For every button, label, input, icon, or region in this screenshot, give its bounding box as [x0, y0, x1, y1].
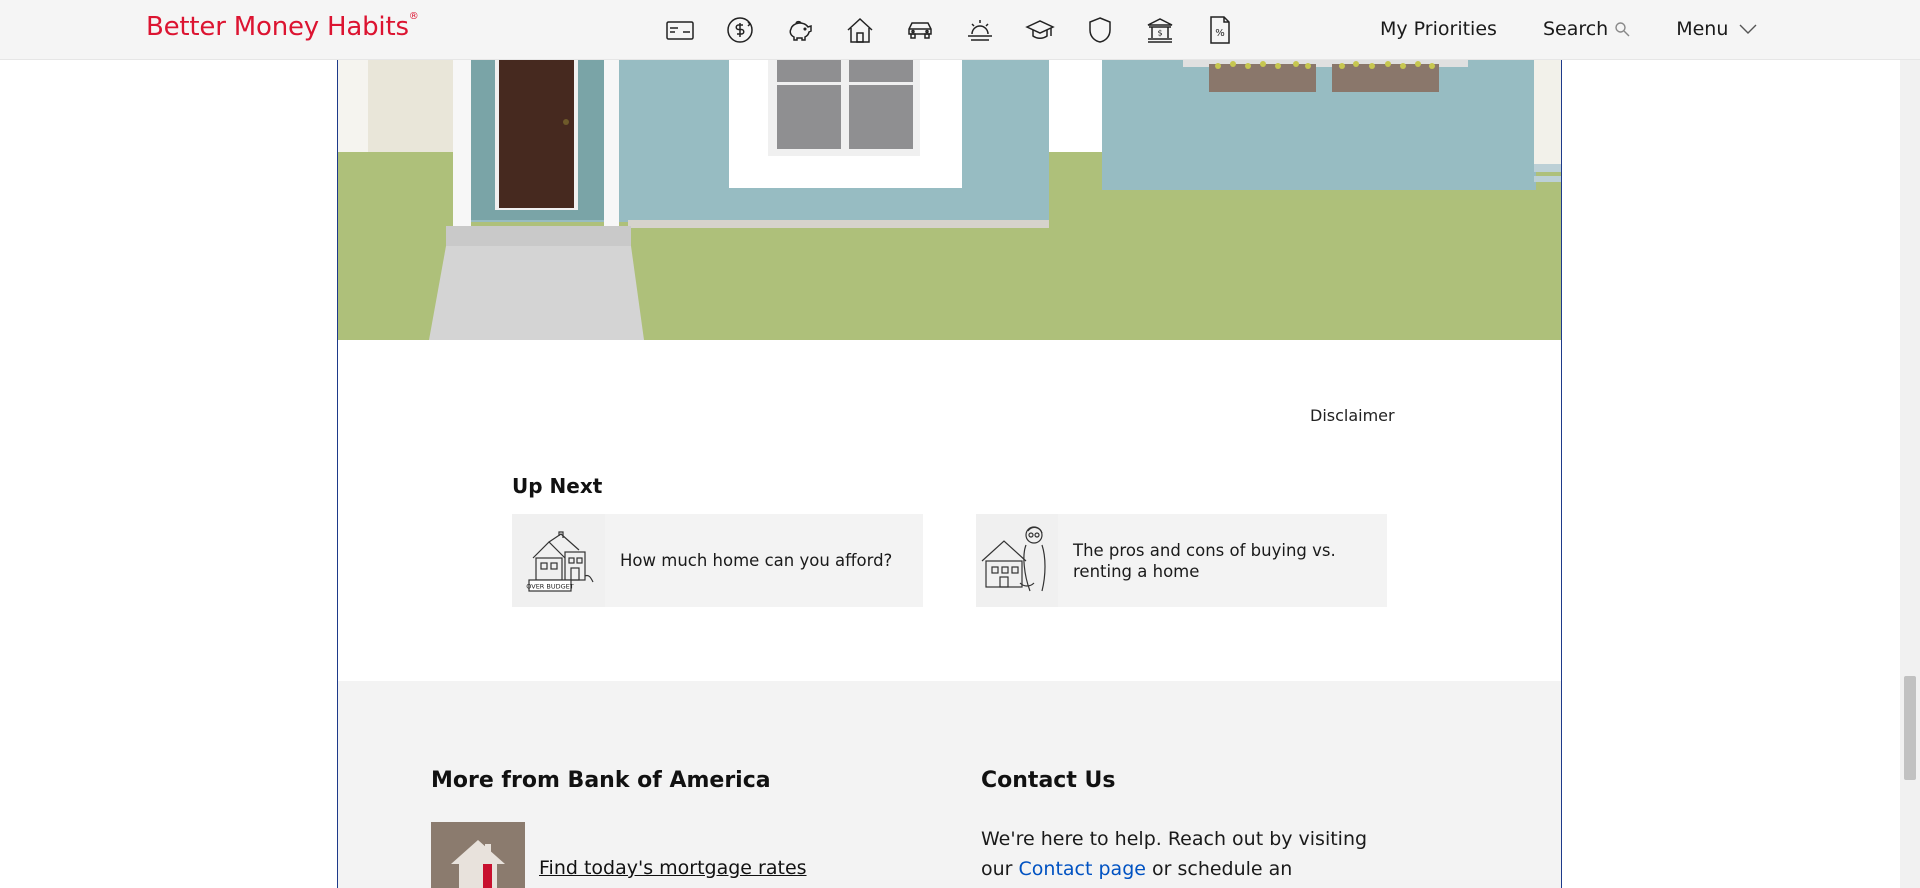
page-scrollbar[interactable] [1900, 60, 1920, 888]
up-next-card-label: How much home can you afford? [620, 551, 893, 570]
contact-us-text: We're here to help. Reach out by visitin… [981, 824, 1401, 888]
more-from-boa-heading: More from Bank of America [431, 768, 771, 793]
credit-card-icon[interactable] [650, 12, 710, 48]
header-nav: My Priorities Search Menu [1380, 18, 1758, 40]
mortgage-house-icon [431, 822, 525, 888]
disclaimer-link[interactable]: Disclaimer [1310, 406, 1395, 425]
up-next-card-home-afford[interactable]: OVER BUDGET How much home can you afford… [512, 514, 923, 607]
up-next-card-label: The pros and cons of buying vs. renting … [1073, 540, 1336, 581]
person-holding-house-icon [976, 514, 1058, 607]
graduation-cap-icon[interactable] [1010, 12, 1070, 48]
my-priorities-label: My Priorities [1380, 18, 1497, 40]
tax-document-icon[interactable]: % [1190, 12, 1250, 48]
registered-mark: ® [408, 11, 419, 23]
dollar-exchange-icon[interactable] [710, 12, 770, 48]
bank-building-icon[interactable]: $ [1130, 12, 1190, 48]
logo[interactable]: Better Money Habits® [146, 11, 419, 42]
mortgage-rates-link[interactable]: Find today's mortgage rates [539, 857, 807, 879]
over-budget-caption: OVER BUDGET [526, 582, 574, 590]
menu-label: Menu [1676, 18, 1729, 40]
search-label: Search [1542, 18, 1609, 40]
sunset-retirement-icon[interactable] [950, 12, 1010, 48]
svg-text:%: % [1215, 28, 1225, 39]
search-icon [1615, 22, 1630, 37]
over-budget-house-icon: OVER BUDGET [512, 514, 605, 607]
svg-text:$: $ [1157, 29, 1162, 38]
search-button[interactable]: Search [1543, 18, 1630, 40]
shield-icon[interactable] [1070, 12, 1130, 48]
up-next-card-buy-vs-rent[interactable]: The pros and cons of buying vs. renting … [976, 514, 1387, 607]
contact-page-link[interactable]: Contact page [1019, 858, 1146, 880]
piggy-bank-icon[interactable] [770, 12, 830, 48]
category-icon-bar: $ % [650, 12, 1250, 48]
menu-button[interactable]: Menu [1676, 18, 1758, 40]
scrollbar-thumb[interactable] [1904, 676, 1916, 780]
article-frame: Disclaimer Up Next OVER BUDGET How much … [337, 0, 1562, 888]
site-header: Better Money Habits® $ % My Priorities S… [0, 0, 1920, 60]
up-next-heading: Up Next [512, 474, 603, 498]
my-priorities-link[interactable]: My Priorities [1380, 18, 1497, 40]
logo-text: Better Money Habits [146, 12, 409, 42]
chevron-down-icon [1739, 24, 1757, 34]
home-icon[interactable] [830, 12, 890, 48]
car-icon[interactable] [890, 12, 950, 48]
contact-us-heading: Contact Us [981, 768, 1116, 793]
